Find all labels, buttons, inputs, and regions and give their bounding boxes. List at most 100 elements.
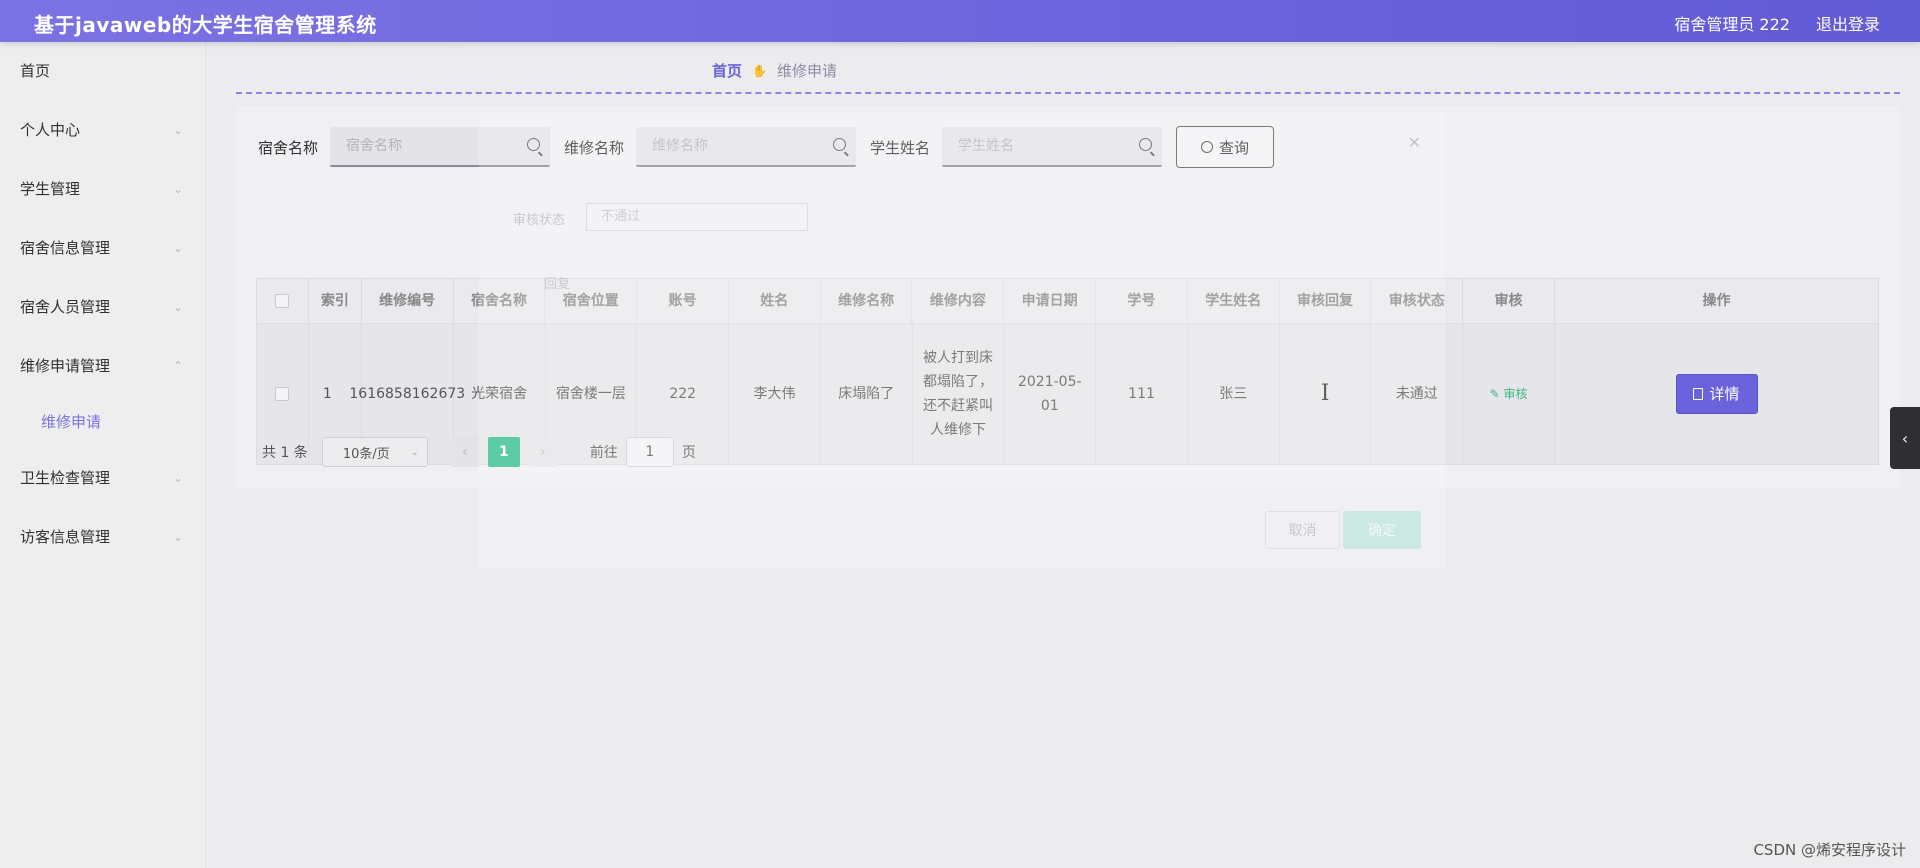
sidebar-item-label: 卫生检查管理 [20, 469, 111, 487]
collapse-panel-tab[interactable]: ‹ [1890, 407, 1920, 469]
prev-page-button[interactable]: ‹ [449, 437, 480, 467]
next-page-button[interactable]: › [527, 437, 558, 467]
sidebar-item-repair-management[interactable]: 维修申请管理 ⌃ [0, 337, 205, 396]
table-header: 索引 维修编号 宿舍名称 宿舍位置 账号 姓名 维修名称 维修内容 申请日期 学… [257, 279, 1878, 324]
content-card: 宿舍名称 维修名称 学生姓名 查询 索引 [236, 106, 1900, 488]
cell-audit-reply: I [1280, 324, 1372, 464]
column-header: 账号 [637, 279, 729, 323]
page-size-select[interactable]: 10条/页 ⌄ [321, 437, 428, 467]
sidebar-item-label: 宿舍信息管理 [20, 239, 111, 257]
student-name-label: 学生姓名 [870, 138, 931, 157]
chevron-down-icon: ⌄ [410, 446, 419, 458]
search-icon [527, 138, 541, 151]
cell-repair-name: 床塌陷了 [821, 324, 913, 464]
text-cursor-icon: I [1320, 381, 1330, 406]
document-icon [1693, 388, 1704, 400]
checkbox[interactable] [275, 294, 290, 308]
sidebar: 首页 个人中心 ⌄ 学生管理 ⌄ 宿舍信息管理 ⌄ 宿舍人员管理 ⌄ 维修申请管理 ⌃ 维… [0, 42, 206, 868]
cell-audit-status: 未通过 [1371, 324, 1464, 464]
watermark: CSDN @烯安程序设计 [1753, 841, 1906, 859]
student-name-input[interactable] [942, 127, 1163, 165]
sidebar-item-label: 宿舍人员管理 [20, 298, 111, 316]
goto-label: 前往 [589, 445, 618, 461]
column-header: 审核回复 [1280, 279, 1372, 323]
edit-icon: ✎ [1489, 387, 1504, 401]
audit-link-label: 审核 [1503, 387, 1528, 401]
search-icon [833, 138, 847, 151]
dorm-name-label: 宿舍名称 [258, 138, 319, 157]
cell-actions: 详情 [1555, 324, 1878, 464]
column-header: 宿舍位置 [545, 279, 638, 323]
sidebar-item-dorm-members[interactable]: 宿舍人员管理 ⌄ [0, 278, 205, 337]
goto-page-input[interactable]: 1 [625, 437, 674, 467]
column-header: 申请日期 [1004, 279, 1097, 323]
chevron-up-icon: ⌃ [172, 359, 183, 373]
sidebar-item-personal-center[interactable]: 个人中心 ⌄ [0, 101, 205, 160]
cell-audit: ✎ 审核 [1463, 324, 1555, 464]
chevron-left-icon: ‹ [462, 444, 468, 460]
page-size-value: 10条/页 [342, 446, 390, 462]
breadcrumb-current: 维修申请 [776, 62, 837, 80]
search-icon [1139, 138, 1153, 151]
column-header: 审核 [1463, 279, 1555, 323]
sidebar-item-hygiene-check[interactable]: 卫生检查管理 ⌄ [0, 449, 205, 508]
detail-button-label: 详情 [1709, 385, 1740, 403]
column-header: 维修编号 [362, 279, 454, 323]
cell-apply-date: 2021-05-01 [1004, 324, 1097, 464]
chevron-down-icon: ⌄ [172, 300, 183, 314]
pagination: 共 1 条 10条/页 ⌄ ‹ 1 › 前往 1 页 [262, 437, 696, 467]
main-content: 首页 ✋ 维修申请 宿舍名称 维修名称 学生姓名 查询 [206, 42, 1920, 868]
audit-link[interactable]: ✎ 审核 [1490, 382, 1528, 406]
detail-button[interactable]: 详情 [1675, 374, 1758, 414]
student-name-field [942, 127, 1163, 167]
page-number[interactable]: 1 [487, 437, 520, 467]
breadcrumb-home[interactable]: 首页 [712, 60, 742, 81]
repair-name-label: 维修名称 [564, 138, 625, 157]
header-select-all[interactable] [257, 279, 309, 323]
chevron-right-icon: › [540, 444, 546, 460]
column-header: 操作 [1702, 293, 1731, 309]
column-header: 索引 [309, 279, 362, 323]
chevron-left-icon: ‹ [1901, 428, 1909, 448]
current-user: 宿舍管理员 222 [1674, 15, 1790, 34]
column-header: 维修内容 [912, 279, 1005, 323]
logout-link[interactable]: 退出登录 [1816, 11, 1880, 35]
sidebar-item-visitor-info[interactable]: 访客信息管理 ⌄ [0, 508, 205, 567]
cell-student-no: 111 [1096, 324, 1188, 464]
sidebar-item-label: 学生管理 [20, 180, 81, 198]
breadcrumb: 首页 ✋ 维修申请 [712, 60, 837, 81]
repair-name-field [636, 127, 857, 167]
app-title: 基于javaweb的大学生宿舍管理系统 [34, 13, 377, 37]
cell-name: 李大伟 [729, 324, 821, 464]
sidebar-item-label: 首页 [20, 62, 51, 80]
column-header: 学号 [1096, 279, 1188, 323]
sidebar-item-label: 访客信息管理 [20, 528, 111, 546]
page-unit-label: 页 [681, 445, 696, 461]
column-header: 宿舍名称 [454, 279, 546, 323]
sidebar-item-home[interactable]: 首页 [0, 42, 205, 101]
sidebar-item-label: 个人中心 [20, 121, 81, 139]
repair-name-input[interactable] [636, 127, 857, 165]
sidebar-item-dorm-info[interactable]: 宿舍信息管理 ⌄ [0, 219, 205, 278]
breadcrumb-separator-icon: ✋ [752, 63, 767, 78]
chevron-down-icon: ⌄ [172, 241, 183, 255]
search-icon [1201, 141, 1214, 153]
cell-repair-content: 被人打到床都塌陷了，还不赶紧叫人维修下 [913, 324, 1005, 464]
top-header: 基于javaweb的大学生宿舍管理系统 宿舍管理员 222 退出登录 [0, 0, 1920, 42]
divider [236, 92, 1900, 94]
checkbox[interactable] [275, 387, 290, 401]
chevron-down-icon: ⌄ [172, 471, 183, 485]
column-header: 姓名 [729, 279, 821, 323]
chevron-down-icon: ⌄ [172, 530, 183, 544]
column-header: 审核状态 [1371, 279, 1464, 323]
sidebar-subitem-repair-request[interactable]: 维修申请 [0, 396, 205, 449]
query-button[interactable]: 查询 [1176, 126, 1275, 168]
query-button-label: 查询 [1219, 138, 1250, 157]
sidebar-item-student-management[interactable]: 学生管理 ⌄ [0, 160, 205, 219]
chevron-down-icon: ⌄ [172, 182, 183, 196]
dorm-name-input[interactable] [330, 127, 551, 165]
sidebar-item-label: 维修申请管理 [20, 357, 111, 375]
dorm-name-field [330, 127, 551, 167]
column-header: 学生姓名 [1188, 279, 1280, 323]
search-bar: 宿舍名称 维修名称 学生姓名 查询 [258, 126, 1275, 168]
